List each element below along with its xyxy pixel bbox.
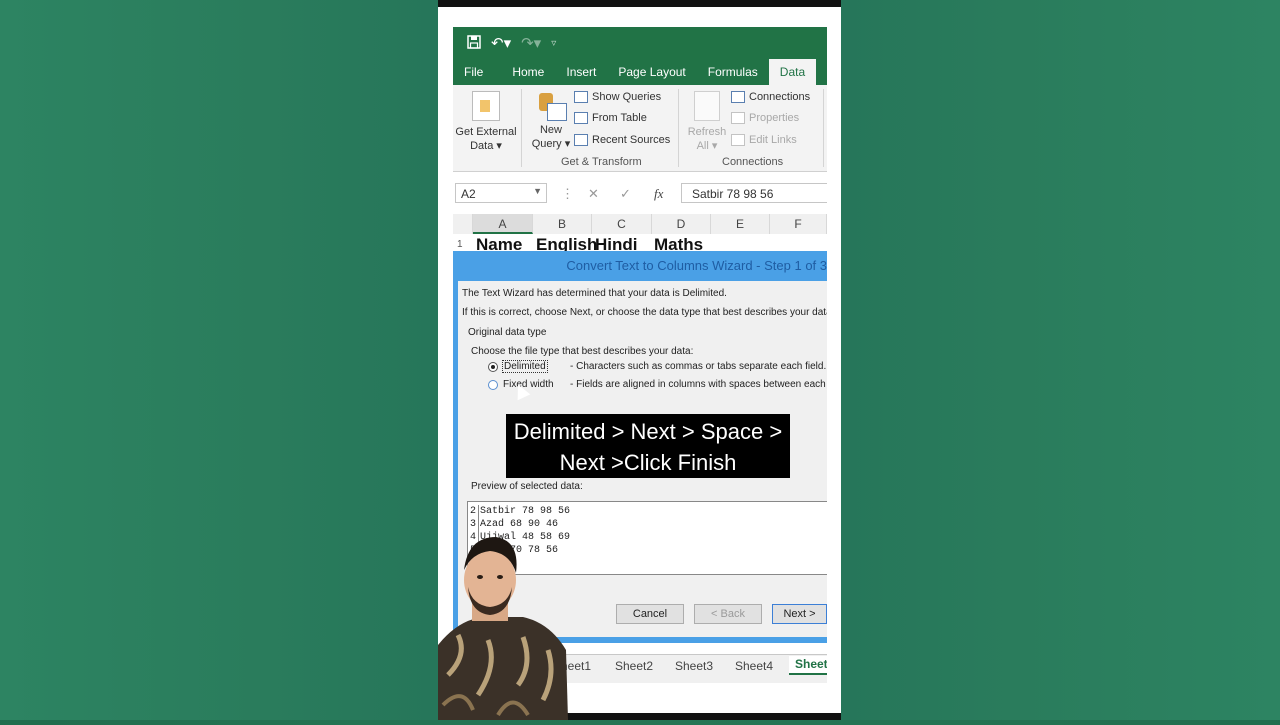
top-letterbox: [438, 0, 841, 7]
column-headers: A B C D E F: [453, 214, 827, 235]
back-button[interactable]: < Back: [694, 604, 762, 624]
tab-insert[interactable]: Insert: [555, 59, 607, 85]
ribbon-separator: [823, 89, 824, 167]
wizard-info-line-1: The Text Wizard has determined that your…: [462, 288, 727, 299]
preview-row-number: 2: [468, 505, 479, 518]
chevron-down-icon[interactable]: ▼: [533, 186, 542, 196]
group-label-get-transform: Get & Transform: [561, 156, 642, 168]
show-queries-icon: [574, 91, 588, 103]
fixed-width-label[interactable]: Fixed width: [503, 379, 554, 390]
from-table-button[interactable]: From Table: [574, 112, 647, 124]
caption-line-1: Delimited > Next > Space >: [513, 419, 783, 444]
tab-data[interactable]: Data: [768, 59, 817, 85]
insert-function-icon[interactable]: fx: [654, 186, 663, 202]
tab-home[interactable]: Home: [494, 59, 555, 85]
refresh-label: Refresh: [687, 126, 727, 138]
column-header-f[interactable]: F: [770, 214, 827, 234]
cancel-button[interactable]: Cancel: [616, 604, 684, 624]
more-options-icon: ⋮: [561, 186, 574, 201]
cancel-entry-icon[interactable]: ✕: [588, 186, 599, 202]
undo-icon[interactable]: ↶▾: [491, 34, 511, 52]
new-query-button[interactable]: New Query ▾: [531, 91, 571, 151]
choose-file-type-label: Choose the file type that best describes…: [471, 346, 694, 357]
delimited-description: - Characters such as commas or tabs sepa…: [570, 361, 827, 372]
recent-sources-button[interactable]: Recent Sources: [574, 134, 670, 146]
preview-label: Preview of selected data:: [471, 481, 583, 492]
new-query-icon: [537, 91, 567, 121]
connections-label: Connections: [749, 91, 811, 103]
select-all-corner[interactable]: [453, 214, 473, 234]
delimited-label[interactable]: Delimited: [502, 360, 548, 373]
show-queries-label: Show Queries: [592, 91, 662, 103]
show-queries-button[interactable]: Show Queries: [574, 91, 661, 103]
row-number: 1: [457, 239, 463, 250]
group-label-connections: Connections: [722, 156, 784, 168]
next-button[interactable]: Next >: [772, 604, 827, 624]
tab-file[interactable]: File: [453, 59, 494, 85]
caption-line-2: Next >Click Finish: [559, 450, 737, 475]
from-table-icon: [574, 112, 588, 124]
get-external-data-button[interactable]: Get External Data ▾: [455, 91, 517, 153]
redo-icon[interactable]: ↷▾: [521, 34, 541, 52]
preview-row: Satbir 78 98 56: [480, 506, 571, 517]
fixed-width-radio[interactable]: [488, 380, 498, 390]
get-external-data-label-2: Data ▾: [470, 140, 502, 152]
edit-links-label: Edit Links: [749, 134, 797, 146]
ribbon-separator: [521, 89, 522, 167]
enter-entry-icon[interactable]: ✓: [620, 186, 631, 202]
column-header-e[interactable]: E: [711, 214, 770, 234]
sheet-tab-4[interactable]: Sheet4: [735, 659, 773, 673]
column-header-d[interactable]: D: [652, 214, 711, 234]
background-blur-left: [0, 0, 438, 720]
from-table-label: From Table: [592, 112, 647, 124]
delimited-text: Delimited: [502, 360, 548, 373]
recent-sources-icon: [574, 134, 588, 146]
new-query-label: New: [539, 124, 562, 136]
sheet-tab-3[interactable]: Sheet3: [675, 659, 713, 673]
refresh-all-button[interactable]: Refresh All ▾: [686, 91, 728, 153]
properties-button[interactable]: Properties: [731, 112, 799, 124]
name-box-value: A2: [461, 187, 476, 201]
tab-page-layout[interactable]: Page Layout: [607, 59, 696, 85]
group-label-data-type: Original data type: [468, 327, 547, 338]
external-data-icon: [472, 91, 500, 121]
refresh-label-2: All ▾: [696, 140, 718, 152]
edit-links-icon: [731, 134, 745, 146]
fixed-width-description: - Fields are aligned in columns with spa…: [570, 379, 827, 390]
get-external-data-label: Get External: [455, 126, 517, 138]
sheet-tab-2[interactable]: Sheet2: [615, 659, 653, 673]
dialog-title: Convert Text to Columns Wizard - Step 1 …: [566, 258, 827, 273]
column-header-a[interactable]: A: [473, 214, 533, 234]
background-blur-right: [841, 0, 1280, 720]
tab-formulas[interactable]: Formulas: [697, 59, 769, 85]
wizard-info-line-2: If this is correct, choose Next, or choo…: [462, 307, 827, 318]
ribbon-title-bar: ↶▾ ↷▾ ▿ File Home Insert Page Layout For…: [453, 27, 827, 85]
connections-button[interactable]: Connections: [731, 91, 810, 103]
column-header-b[interactable]: B: [533, 214, 592, 234]
delimited-radio[interactable]: [488, 362, 498, 372]
connections-icon: [731, 91, 745, 103]
formula-input[interactable]: Satbir 78 98 56: [681, 183, 827, 203]
ribbon-data-panel: Get External Data ▾ New Query ▾ Show Que…: [453, 85, 827, 172]
name-box[interactable]: A2 ▼: [455, 183, 547, 203]
sheet-tab-5[interactable]: Sheet5: [789, 656, 827, 675]
new-query-label-2: Query ▾: [531, 138, 571, 150]
properties-icon: [731, 112, 745, 124]
save-icon[interactable]: [467, 34, 481, 52]
refresh-icon: [694, 91, 720, 121]
recent-sources-label: Recent Sources: [592, 134, 671, 146]
properties-label: Properties: [749, 112, 800, 124]
formula-row: A2 ▼ ⋮ ✕ ✓ fx Satbir 78 98 56: [453, 179, 827, 209]
instruction-caption: Delimited > Next > Space > Next >Click F…: [506, 414, 790, 478]
presenter-image: [438, 525, 568, 720]
customize-qat-icon[interactable]: ▿: [551, 38, 556, 49]
ribbon-separator: [678, 89, 679, 167]
column-header-c[interactable]: C: [592, 214, 652, 234]
ribbon-tabs: File Home Insert Page Layout Formulas Da…: [453, 59, 817, 85]
quick-access-toolbar: ↶▾ ↷▾ ▿: [467, 33, 556, 53]
edit-links-button[interactable]: Edit Links: [731, 134, 797, 146]
